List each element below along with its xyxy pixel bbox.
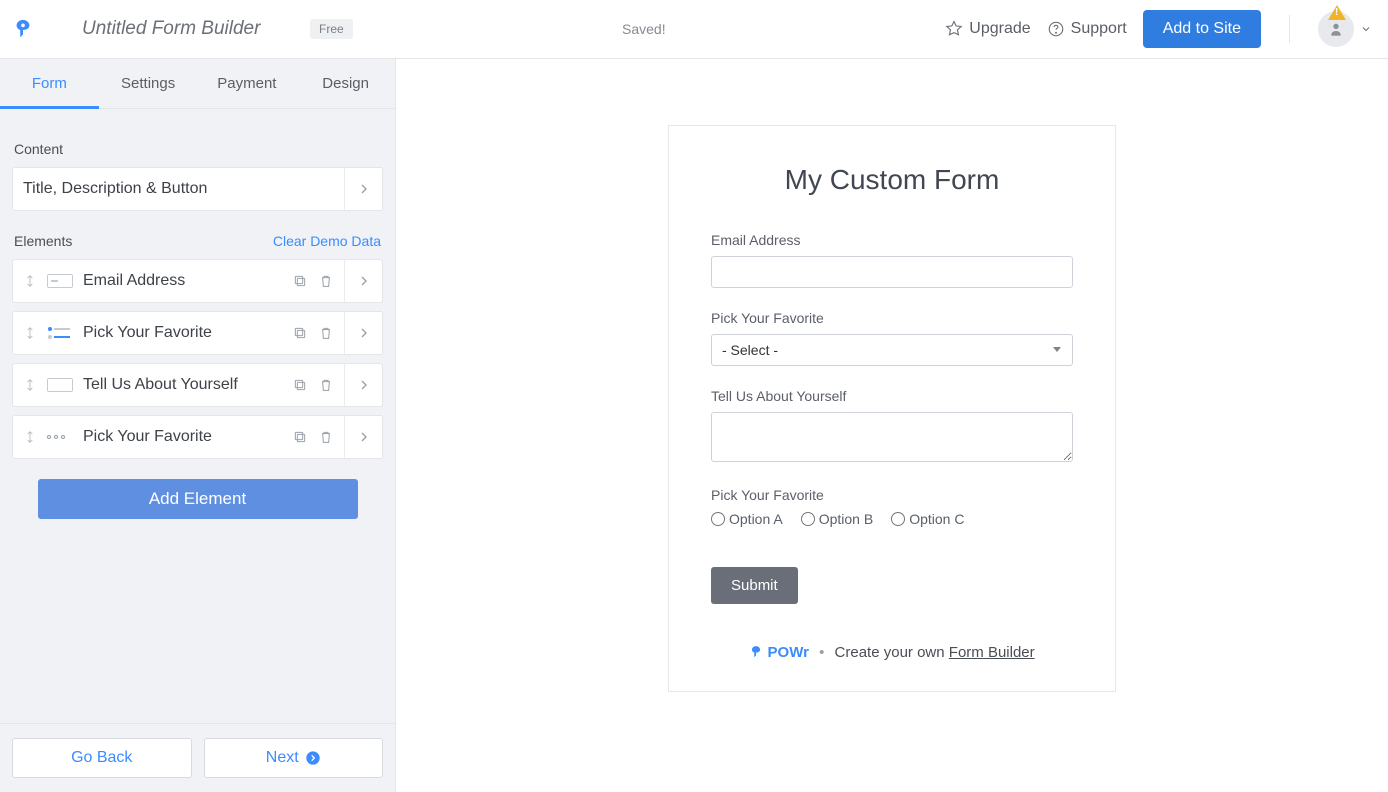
chevron-right-icon	[356, 429, 372, 445]
drag-handle-icon[interactable]	[23, 428, 37, 446]
expand-element[interactable]	[344, 260, 382, 302]
next-label: Next	[266, 749, 299, 767]
support-label: Support	[1071, 20, 1127, 38]
expand-element[interactable]	[344, 416, 382, 458]
element-label: Email Address	[83, 272, 185, 290]
element-row-select[interactable]: Pick Your Favorite	[12, 311, 383, 355]
avatar-icon	[1318, 11, 1354, 47]
expand-title-card[interactable]	[344, 168, 382, 210]
input-type-icon	[47, 274, 73, 288]
plan-badge: Free	[310, 19, 353, 39]
duplicate-icon[interactable]	[292, 273, 308, 289]
star-icon	[945, 20, 963, 38]
radio-option-c[interactable]: Option C	[891, 511, 964, 527]
textarea-type-icon	[47, 378, 73, 392]
support-link[interactable]: Support	[1047, 20, 1127, 38]
chevron-down-icon	[1360, 23, 1372, 35]
help-icon	[1047, 20, 1065, 38]
tab-form[interactable]: Form	[0, 59, 99, 108]
email-input[interactable]	[711, 256, 1073, 288]
content-section-label: Content	[14, 141, 381, 157]
expand-element[interactable]	[344, 312, 382, 354]
add-to-site-button[interactable]: Add to Site	[1143, 10, 1261, 48]
form-builder-link[interactable]: Form Builder	[949, 644, 1035, 661]
expand-element[interactable]	[344, 364, 382, 406]
app-header: Free Saved! Upgrade Support Add to Site	[0, 0, 1388, 59]
radio-option-b[interactable]: Option B	[801, 511, 873, 527]
select-label: Pick Your Favorite	[711, 310, 1073, 326]
radio-a-label: Option A	[729, 511, 783, 527]
powr-logo-icon	[749, 645, 763, 659]
arrow-right-circle-icon	[305, 750, 321, 766]
radio-b-label: Option B	[819, 511, 873, 527]
radio-option-a[interactable]: Option A	[711, 511, 783, 527]
trash-icon[interactable]	[318, 377, 334, 393]
drag-handle-icon[interactable]	[23, 272, 37, 290]
editor-sidebar: Form Settings Payment Design Content Tit…	[0, 59, 396, 792]
radio-c-label: Option C	[909, 511, 964, 527]
drag-handle-icon[interactable]	[23, 324, 37, 342]
title-card-label: Title, Description & Button	[23, 180, 207, 198]
clear-demo-link[interactable]: Clear Demo Data	[273, 233, 381, 249]
field-textarea: Tell Us About Yourself	[711, 388, 1073, 465]
field-email: Email Address	[711, 232, 1073, 288]
divider	[1289, 15, 1290, 43]
favorite-select[interactable]: - Select -	[711, 334, 1073, 366]
form-preview-area: My Custom Form Email Address Pick Your F…	[396, 59, 1388, 792]
dot-separator: •	[819, 644, 824, 661]
powr-credit: POWr • Create your own Form Builder	[711, 644, 1073, 661]
element-row-textarea[interactable]: Tell Us About Yourself	[12, 363, 383, 407]
save-status: Saved!	[622, 21, 666, 37]
sidebar-footer: Go Back Next	[0, 723, 395, 792]
tab-payment[interactable]: Payment	[198, 59, 297, 108]
tab-settings[interactable]: Settings	[99, 59, 198, 108]
email-label: Email Address	[711, 232, 1073, 248]
duplicate-icon[interactable]	[292, 377, 308, 393]
upgrade-label: Upgrade	[969, 20, 1030, 38]
duplicate-icon[interactable]	[292, 325, 308, 341]
element-row-email[interactable]: Email Address	[12, 259, 383, 303]
chevron-right-icon	[356, 325, 372, 341]
about-textarea[interactable]	[711, 412, 1073, 462]
submit-button[interactable]: Submit	[711, 567, 798, 604]
drag-handle-icon[interactable]	[23, 376, 37, 394]
chevron-right-icon	[356, 181, 372, 197]
account-menu[interactable]	[1318, 11, 1372, 47]
form-preview: My Custom Form Email Address Pick Your F…	[668, 125, 1116, 692]
element-label: Pick Your Favorite	[83, 428, 212, 446]
elements-section-label: Elements	[14, 233, 72, 249]
upgrade-link[interactable]: Upgrade	[945, 20, 1030, 38]
app-title-input[interactable]	[82, 18, 282, 40]
add-element-button[interactable]: Add Element	[38, 479, 358, 519]
sidebar-tabs: Form Settings Payment Design	[0, 59, 395, 109]
select-type-icon	[47, 326, 73, 340]
chevron-right-icon	[356, 273, 372, 289]
chevron-right-icon	[356, 377, 372, 393]
title-description-card[interactable]: Title, Description & Button	[12, 167, 383, 211]
element-label: Tell Us About Yourself	[83, 376, 238, 394]
form-title: My Custom Form	[711, 164, 1073, 196]
go-back-button[interactable]: Go Back	[12, 738, 192, 778]
element-label: Pick Your Favorite	[83, 324, 212, 342]
next-button[interactable]: Next	[204, 738, 384, 778]
textarea-label: Tell Us About Yourself	[711, 388, 1073, 404]
warning-icon	[1328, 5, 1346, 20]
field-select: Pick Your Favorite - Select -	[711, 310, 1073, 366]
radio-label: Pick Your Favorite	[711, 487, 1073, 503]
trash-icon[interactable]	[318, 429, 334, 445]
tab-design[interactable]: Design	[296, 59, 395, 108]
powr-brand: POWr	[768, 644, 809, 661]
field-radio: Pick Your Favorite Option A Option B Opt…	[711, 487, 1073, 527]
logo-icon	[12, 17, 34, 41]
trash-icon[interactable]	[318, 325, 334, 341]
radio-type-icon	[47, 430, 73, 444]
trash-icon[interactable]	[318, 273, 334, 289]
duplicate-icon[interactable]	[292, 429, 308, 445]
credit-text: Create your own	[835, 644, 949, 661]
element-row-radio[interactable]: Pick Your Favorite	[12, 415, 383, 459]
